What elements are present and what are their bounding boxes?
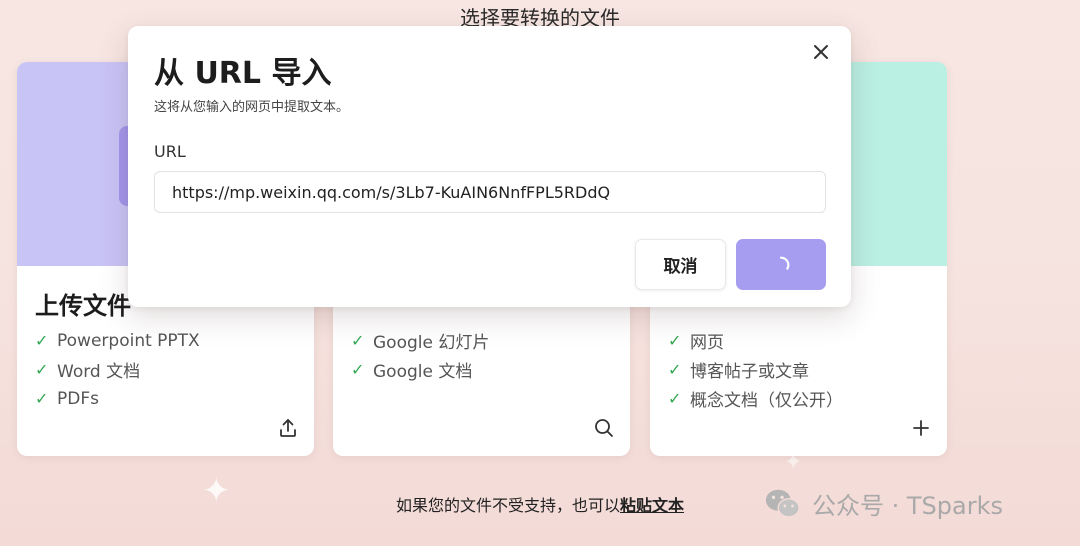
import-url-dialog: 从 URL 导入 这将从您输入的网页中提取文本。 URL 取消 [128,26,851,307]
cancel-button[interactable]: 取消 [635,239,726,290]
dialog-title: 从 URL 导入 [154,56,332,91]
url-input[interactable] [154,171,826,213]
submit-button[interactable] [736,239,826,290]
url-label: URL [154,142,186,161]
dialog-subtitle: 这将从您输入的网页中提取文本。 [154,100,350,115]
close-icon[interactable] [809,40,833,64]
spinner-icon [779,256,790,270]
